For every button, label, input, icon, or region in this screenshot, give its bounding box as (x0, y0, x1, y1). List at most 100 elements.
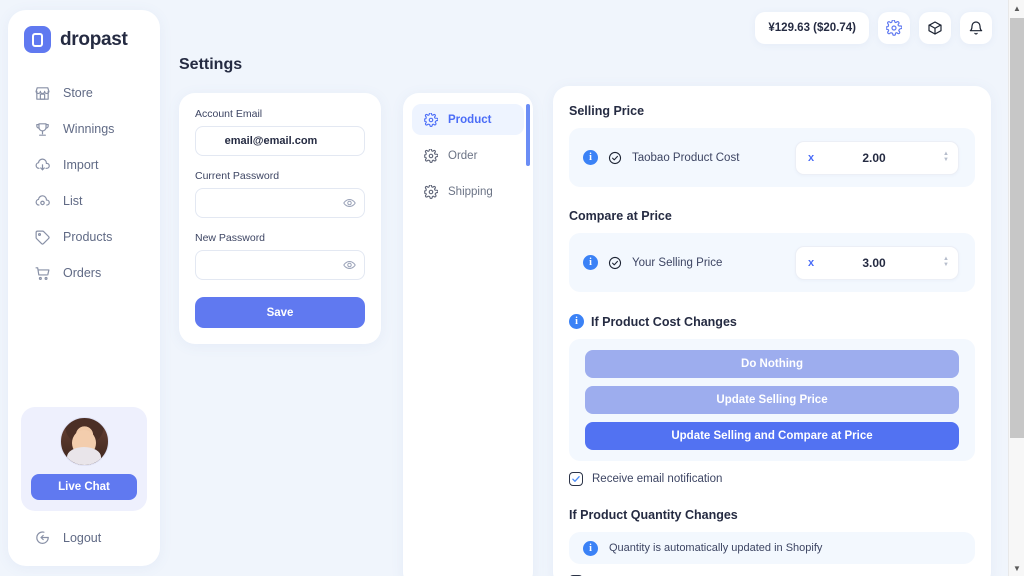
current-password-label: Current Password (195, 170, 365, 182)
eye-icon[interactable] (343, 259, 356, 272)
logout-icon (34, 529, 51, 546)
checkbox-label: Receive email notification (592, 473, 722, 485)
eye-icon[interactable] (343, 197, 356, 210)
new-password-wrapper (195, 250, 365, 280)
compare-at-price-row: i Your Selling Price x 3.00 ▲▼ (569, 233, 975, 292)
number-stepper[interactable]: ▲▼ (943, 257, 949, 268)
email-field-label: Account Email (195, 108, 365, 120)
info-icon[interactable]: i (569, 314, 584, 329)
primary-nav: Store Winnings Import List (8, 75, 160, 291)
selling-price-multiplier-input[interactable]: x 2.00 ▲▼ (795, 141, 959, 175)
quantity-notice-label: Quantity is automatically updated in Sho… (609, 542, 822, 554)
sidebar-item-label: List (63, 194, 82, 208)
option-update-selling-price[interactable]: Update Selling Price (585, 386, 959, 414)
trophy-icon (34, 121, 51, 138)
tab-label: Product (448, 114, 491, 126)
dropast-logo-icon (24, 26, 51, 53)
settings-subnav: Product Order Shipping (403, 93, 533, 576)
page-scrollbar[interactable]: ▲ ▼ (1008, 0, 1024, 576)
tag-icon (34, 229, 51, 246)
sidebar-item-label: Winnings (63, 122, 114, 136)
cloud-upload-icon (34, 193, 51, 210)
brand-logo[interactable]: dropast (8, 10, 160, 53)
info-icon[interactable]: i (583, 150, 598, 165)
option-update-selling-and-compare-at-price[interactable]: Update Selling and Compare at Price (585, 422, 959, 450)
live-chat-button[interactable]: Live Chat (31, 474, 137, 500)
new-password-label: New Password (195, 232, 365, 244)
logout-label: Logout (63, 531, 101, 545)
cost-changes-email-notification[interactable]: Receive email notification (569, 472, 975, 486)
gear-icon (424, 149, 438, 163)
number-stepper[interactable]: ▲▼ (943, 152, 949, 163)
compare-at-price-row-label: Your Selling Price (632, 257, 785, 269)
check-circle-icon[interactable] (608, 256, 622, 270)
selling-price-row-label: Taobao Product Cost (632, 152, 785, 164)
subnav-scrollbar[interactable] (526, 104, 530, 166)
sidebar-item-label: Import (63, 158, 98, 172)
notifications-button[interactable] (960, 12, 992, 44)
scroll-down-arrow[interactable]: ▼ (1009, 560, 1024, 576)
sidebar-item-label: Store (63, 86, 93, 100)
current-password-wrapper (195, 188, 365, 218)
gear-icon (424, 185, 438, 199)
tab-shipping[interactable]: Shipping (412, 176, 524, 207)
topbar: ¥129.63 ($20.74) (755, 12, 992, 44)
checkbox-checked[interactable] (569, 472, 583, 486)
logout-button[interactable]: Logout (8, 511, 160, 546)
cost-changes-options: Do Nothing Update Selling Price Update S… (569, 339, 975, 461)
product-settings-panel: Selling Price i Taobao Product Cost x 2.… (553, 86, 991, 576)
current-password-field[interactable] (195, 188, 365, 218)
email-field[interactable] (195, 126, 365, 156)
bell-icon (968, 20, 984, 36)
tab-label: Order (448, 150, 477, 162)
cloud-download-icon (34, 157, 51, 174)
sidebar-item-label: Orders (63, 266, 101, 280)
sidebar-spacer (8, 291, 160, 407)
multiplier-symbol: x (808, 152, 814, 164)
settings-button[interactable] (878, 12, 910, 44)
box-icon (927, 20, 943, 36)
tab-product[interactable]: Product (412, 104, 524, 135)
compare-at-price-multiplier-input[interactable]: x 3.00 ▲▼ (795, 246, 959, 280)
balance-display[interactable]: ¥129.63 ($20.74) (755, 12, 869, 44)
gear-icon (424, 113, 438, 127)
sidebar: dropast Store Winnings Import (8, 10, 160, 566)
sidebar-item-import[interactable]: Import (8, 147, 160, 183)
live-chat-card: Live Chat (21, 407, 147, 511)
sidebar-item-label: Products (63, 230, 112, 244)
tab-label: Shipping (448, 186, 493, 198)
quantity-changes-heading: If Product Quantity Changes (569, 508, 975, 522)
save-button[interactable]: Save (195, 297, 365, 328)
account-settings-card: Account Email Current Password New Passw… (179, 93, 381, 344)
option-do-nothing[interactable]: Do Nothing (585, 350, 959, 378)
info-icon[interactable]: i (583, 255, 598, 270)
package-button[interactable] (919, 12, 951, 44)
page-title: Settings (179, 56, 242, 74)
gear-icon (886, 20, 902, 36)
scroll-up-arrow[interactable]: ▲ (1009, 0, 1024, 16)
sidebar-item-list[interactable]: List (8, 183, 160, 219)
cart-icon (34, 265, 51, 282)
new-password-field[interactable] (195, 250, 365, 280)
sidebar-item-store[interactable]: Store (8, 75, 160, 111)
cost-changes-heading: i If Product Cost Changes (569, 314, 975, 329)
cost-changes-heading-label: If Product Cost Changes (591, 315, 737, 329)
compare-at-price-value: 3.00 (796, 256, 958, 270)
compare-at-price-heading: Compare at Price (569, 209, 975, 223)
brand-name: dropast (60, 29, 128, 51)
sidebar-item-winnings[interactable]: Winnings (8, 111, 160, 147)
selling-price-heading: Selling Price (569, 104, 975, 118)
tab-order[interactable]: Order (412, 140, 524, 171)
sidebar-item-products[interactable]: Products (8, 219, 160, 255)
sidebar-item-orders[interactable]: Orders (8, 255, 160, 291)
info-icon[interactable]: i (583, 541, 598, 556)
quantity-notice: i Quantity is automatically updated in S… (569, 532, 975, 564)
scrollbar-thumb[interactable] (1010, 18, 1024, 438)
check-circle-icon[interactable] (608, 151, 622, 165)
selling-price-value: 2.00 (796, 151, 958, 165)
multiplier-symbol: x (808, 257, 814, 269)
app-viewport: dropast Store Winnings Import (0, 0, 1008, 576)
check-icon (571, 474, 581, 484)
selling-price-row: i Taobao Product Cost x 2.00 ▲▼ (569, 128, 975, 187)
store-icon (34, 85, 51, 102)
